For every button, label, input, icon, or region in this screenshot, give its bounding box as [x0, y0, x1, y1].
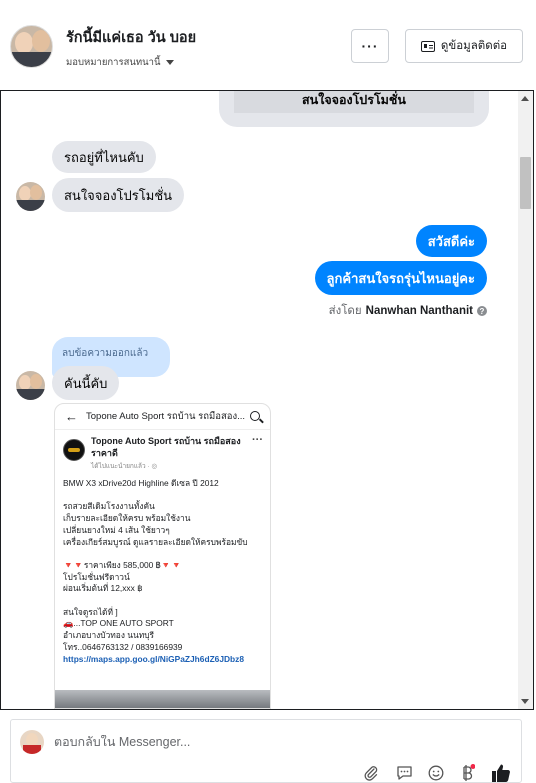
post-car-photo: [55, 690, 270, 708]
message-thread[interactable]: สนใจจองโปรโมชั่น รถอยู่ที่ไหนคับ สนใจจอง…: [0, 90, 534, 710]
contact-name[interactable]: รักนี้มีแค่เธอ วัน บอย: [66, 26, 196, 49]
contact-avatar-small: [16, 182, 45, 211]
post-line: [63, 548, 268, 560]
post-top-title: Topone Auto Sport รถบ้าน รถมือสอง...: [86, 411, 246, 422]
post-more-icon: ···: [252, 434, 263, 446]
scrollbar[interactable]: [518, 91, 533, 709]
more-icon: ···: [361, 38, 379, 54]
scroll-up-icon[interactable]: [521, 96, 529, 101]
scroll-thumb[interactable]: [520, 157, 531, 209]
contact-avatar[interactable]: [10, 25, 53, 68]
post-line: โปรโมชั่นฟรีดาวน์: [63, 571, 130, 582]
post-line: เครื่องเกียร์สมบูรณ์ ดูแลรายละเอียดให้คร…: [63, 536, 248, 547]
contact-avatar-small: [16, 371, 45, 400]
quoted-message-text: สนใจจองโปรโมชั่น: [234, 91, 474, 113]
incoming-message[interactable]: รถอยู่ที่ไหนคับ: [52, 141, 156, 173]
post-line: BMW X3 xDrive20d Highline ดีเซล ปี 2012: [63, 478, 219, 488]
sent-by-prefix: ส่งโดย: [328, 305, 362, 317]
conversation-header: รักนี้มีแค่เธอ วัน บอย มอบหมายการสนทนานี…: [0, 0, 536, 90]
reply-input[interactable]: [54, 735, 354, 749]
sent-by-name: Nanwhan Nanthanit: [365, 305, 473, 317]
post-line: [63, 490, 268, 502]
post-line: เก็บรายละเอียดให้ครบ พร้อมใช้งาน: [63, 513, 191, 524]
page-logo: [63, 439, 85, 461]
incoming-message[interactable]: สนใจจองโปรโมชั่น: [52, 178, 185, 212]
emoji-icon[interactable]: [427, 764, 445, 782]
incoming-message[interactable]: คันนี้คับ: [52, 366, 120, 400]
post-line: เปลี่ยนยางใหม่ 4 เส้น ใช้ยาวๆ: [63, 524, 170, 535]
saved-reply-icon[interactable]: [395, 764, 413, 782]
post-body: BMW X3 xDrive20d Highline ดีเซล ปี 2012 …: [63, 478, 268, 665]
post-line: [63, 595, 268, 607]
outgoing-message[interactable]: ลูกค้าสนใจรถรุ่นไหนอยู่คะ: [314, 261, 487, 295]
attachment-icon[interactable]: [362, 764, 380, 782]
post-top-bar: ← Topone Auto Sport รถบ้าน รถมือสอง...: [55, 404, 270, 430]
id-card-icon: [420, 40, 435, 52]
post-line: รถสวยสีเดิมโรงงานทั้งคัน: [63, 501, 155, 512]
reply-box: [10, 719, 522, 783]
post-meta: ได้ไปแนะนำยกแล้ว · ◎: [91, 463, 158, 470]
post-line: 🚗...TOP ONE AUTO SPORT: [63, 618, 174, 629]
view-contact-button[interactable]: ดูข้อมูลติดต่อ: [405, 29, 523, 63]
assign-conversation-dropdown[interactable]: มอบหมายการสนทนานี้: [66, 55, 174, 70]
assign-label: มอบหมายการสนทนานี้: [66, 57, 161, 68]
page-avatar: [20, 730, 44, 754]
quoted-message: สนใจจองโปรโมชั่น: [219, 91, 489, 127]
post-line: สนใจดูรถได้ที่ ]: [63, 606, 118, 617]
sent-by-label: ส่งโดย Nanwhan Nanthanit ?: [329, 302, 487, 320]
search-icon: [250, 411, 260, 421]
info-icon[interactable]: ?: [477, 306, 487, 316]
more-button[interactable]: ···: [351, 29, 389, 63]
post-map-link: https://maps.app.goo.gl/NiGPaZJh6dZ6JDbz…: [63, 653, 245, 664]
post-page-name: Topone Auto Sport รถบ้าน รถมือสอง ราคาดี: [91, 436, 241, 458]
outgoing-message[interactable]: สวัสดีค่ะ: [415, 225, 487, 257]
thumbs-up-icon[interactable]: [490, 762, 512, 783]
shared-post-image[interactable]: ← Topone Auto Sport รถบ้าน รถมือสอง... T…: [54, 403, 271, 709]
back-arrow-icon: ←: [65, 409, 78, 424]
caret-down-icon: [165, 60, 174, 65]
view-contact-label: ดูข้อมูลติดต่อ: [440, 40, 508, 52]
post-line: ผ่อนเริ่มต้นที่ 12,xxx ฿: [63, 583, 143, 594]
post-line: 🔻🔻ราคาเพียง 585,000 ฿🔻🔻: [63, 559, 182, 570]
post-line: โทร..0646763132 / 0839166939: [63, 641, 183, 652]
post-line: อำเภอบางบัวทอง นนทบุรี: [63, 630, 155, 641]
scroll-down-icon[interactable]: [521, 699, 529, 704]
baht-icon[interactable]: [458, 764, 476, 782]
